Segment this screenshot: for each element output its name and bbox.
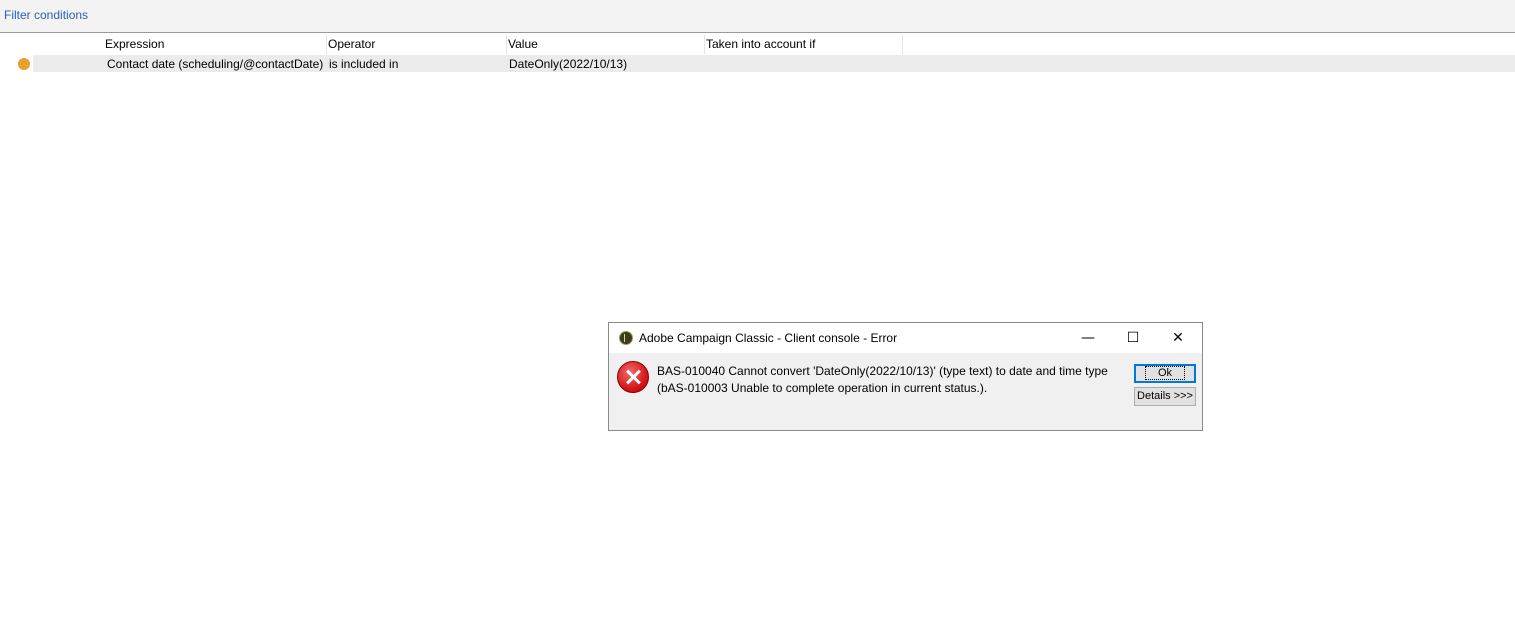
maximize-icon[interactable]: ☐ [1111,325,1155,351]
error-icon [617,361,649,393]
cell-operator: is included in [329,57,399,71]
status-dot-icon [18,58,30,70]
dialog-title: Adobe Campaign Classic - Client console … [639,331,898,345]
app-logo-icon [619,331,633,345]
close-icon[interactable]: ✕ [1156,325,1200,351]
filter-conditions-header: Filter conditions [0,0,1515,33]
minimize-icon[interactable]: — [1066,325,1110,351]
cell-value: DateOnly(2022/10/13) [509,57,628,71]
error-message: BAS-010040 Cannot convert 'DateOnly(2022… [657,364,1108,395]
filter-conditions-title[interactable]: Filter conditions [4,8,88,22]
column-header-taken-into-account-if[interactable]: Taken into account if [705,35,903,54]
column-header-expression[interactable]: Expression [104,35,327,54]
column-header-value[interactable]: Value [507,35,705,54]
ok-button-label: Ok [1144,366,1186,380]
cell-expression: Contact date (scheduling/@contactDate) [107,57,324,71]
ok-button[interactable]: Ok [1134,364,1196,383]
dialog-titlebar[interactable]: Adobe Campaign Classic - Client console … [609,323,1202,353]
table-header: Expression Operator Value Taken into acc… [0,35,1515,54]
error-dialog: Adobe Campaign Classic - Client console … [608,322,1203,431]
details-button[interactable]: Details >>> [1134,387,1196,406]
column-header-operator[interactable]: Operator [327,35,507,54]
